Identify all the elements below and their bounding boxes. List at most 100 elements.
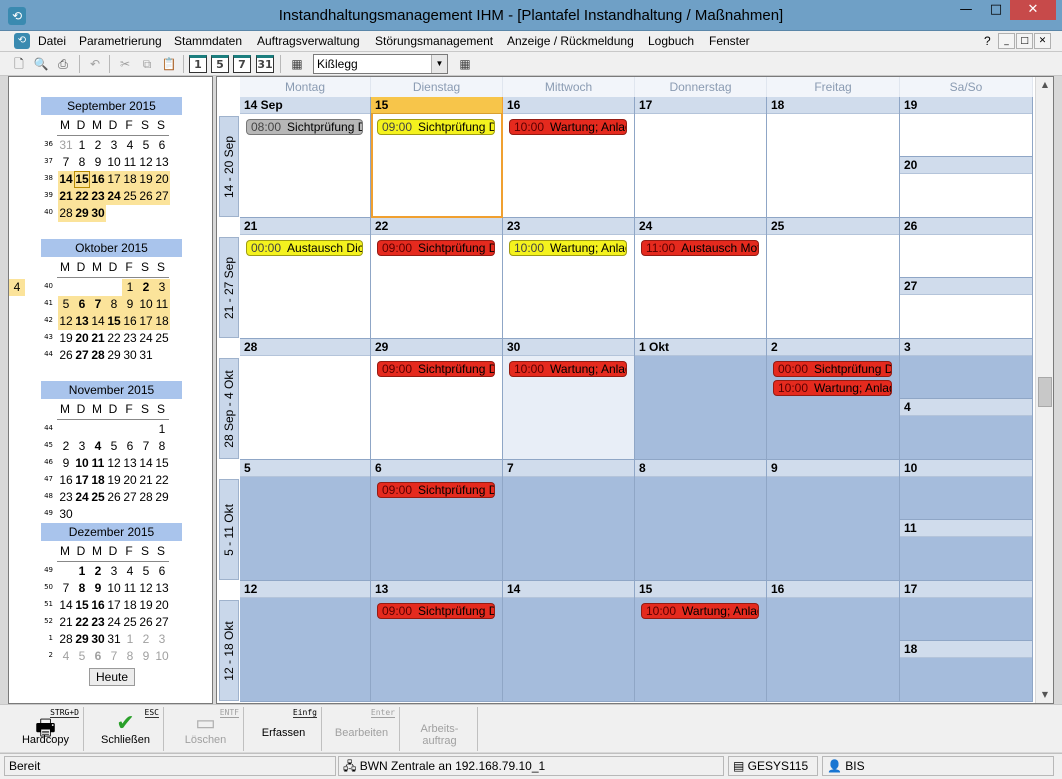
day-cell[interactable]: 14	[503, 581, 635, 702]
day-cell[interactable]: 28	[240, 339, 371, 460]
location-select[interactable]: Kißlegg ▼	[313, 54, 448, 74]
mini-calendar-day[interactable]: 3	[74, 438, 90, 455]
maximize-button[interactable]: □	[983, 0, 1009, 20]
mini-calendar-day[interactable]: 10	[154, 648, 170, 665]
day-cell[interactable]: 5	[240, 460, 371, 581]
printer-icon[interactable]: ⎙	[54, 55, 72, 73]
mini-calendar-day[interactable]: 25	[90, 489, 106, 506]
mini-calendar-day[interactable]: 17	[74, 472, 90, 489]
mini-calendar-day[interactable]: 18	[122, 171, 138, 188]
mini-calendar-day[interactable]: 15	[154, 455, 170, 472]
mini-calendar-day[interactable]: 18	[154, 313, 170, 330]
day-cell[interactable]: 15 10:00 Wartung; Anlage	[635, 581, 767, 702]
menu-help[interactable]: ?	[984, 34, 991, 48]
mini-calendar-day[interactable]: 19	[138, 171, 154, 188]
mini-calendar-day[interactable]: 2	[138, 631, 154, 648]
mini-calendar-day[interactable]: 21	[58, 188, 74, 205]
appointment[interactable]: 09:00 Sichtprüfung Druck	[377, 603, 495, 619]
mini-calendar-day[interactable]: 4	[122, 137, 138, 154]
mini-calendar-day[interactable]: 5	[58, 296, 74, 313]
mini-calendar-day[interactable]: 3	[106, 137, 122, 154]
mini-calendar-day[interactable]: 2	[138, 279, 154, 296]
mini-calendar-day[interactable]: 2	[58, 438, 74, 455]
day-cell[interactable]: 25	[767, 218, 900, 339]
mini-calendar-day[interactable]: 11	[154, 296, 170, 313]
mini-calendar-day[interactable]: 8	[74, 154, 90, 171]
mini-calendar-day[interactable]: 16	[122, 313, 138, 330]
menu-stammdaten[interactable]: Stammdaten	[174, 34, 242, 48]
day-cell[interactable]: 16 10:00 Wartung; Anlage	[503, 97, 635, 218]
mini-calendar-day[interactable]: 6	[122, 438, 138, 455]
appointment[interactable]: 10:00 Wartung; Anlage	[641, 603, 759, 619]
appointment[interactable]: 09:00 Sichtprüfung Druck	[377, 240, 495, 256]
sunday-cell[interactable]: 27	[900, 278, 1033, 339]
mini-calendar-day[interactable]: 3	[106, 563, 122, 580]
saturday-cell[interactable]: 26	[900, 218, 1033, 278]
mini-calendar-day[interactable]: 26	[138, 614, 154, 631]
mini-calendar-day[interactable]: 9	[138, 648, 154, 665]
mini-calendar-day[interactable]: 15	[74, 171, 90, 188]
bearbeiten-button[interactable]: Enter Bearbeiten	[324, 707, 400, 751]
mini-calendar-day[interactable]: 19	[106, 472, 122, 489]
mini-calendar-day[interactable]: 26	[106, 489, 122, 506]
menu-datei[interactable]: Datei	[38, 34, 66, 48]
scroll-up-icon[interactable]: ▲	[1036, 77, 1054, 93]
mini-calendar-day[interactable]: 11	[90, 455, 106, 472]
mini-calendar-day[interactable]: 16	[58, 472, 74, 489]
mini-calendar-day[interactable]: 18	[122, 597, 138, 614]
mini-calendar-day[interactable]: 1	[122, 631, 138, 648]
day-cell[interactable]: 14 Sep 08:00 Sichtprüfung Druck	[240, 97, 371, 218]
mini-calendar-day[interactable]: 30	[122, 347, 138, 364]
mini-calendar-day[interactable]: 29	[74, 205, 90, 222]
mini-calendar-day[interactable]: 10	[138, 296, 154, 313]
mini-calendar-day[interactable]: 6	[90, 648, 106, 665]
mini-calendar-day[interactable]: 9	[122, 296, 138, 313]
hardcopy-button[interactable]: STRG+D 🖶 Hardcopy	[8, 707, 84, 751]
day-cell[interactable]: 21 00:00 Austausch Dichtung	[240, 218, 371, 339]
day-cell[interactable]: 2 00:00 Sichtprüfung Druck 10:00 Wartung; An…	[767, 339, 900, 460]
mini-calendar-day[interactable]: 24	[138, 330, 154, 347]
mini-calendar-day[interactable]: 12	[58, 313, 74, 330]
mini-calendar-day[interactable]: 7	[90, 296, 106, 313]
appointment[interactable]: 09:00 Sichtprüfung Druck	[377, 361, 495, 377]
mini-calendar-day[interactable]: 15	[106, 313, 122, 330]
menu-parametrierung[interactable]: Parametrierung	[79, 34, 162, 48]
mini-calendar-day[interactable]: 19	[58, 330, 74, 347]
mini-calendar-day[interactable]: 1	[74, 137, 90, 154]
mini-calendar-day[interactable]: 22	[74, 614, 90, 631]
mini-calendar-day[interactable]: 8	[106, 296, 122, 313]
mini-calendar-day[interactable]: 21	[138, 472, 154, 489]
mini-calendar-day[interactable]: 10	[106, 580, 122, 597]
saturday-cell[interactable]: 17	[900, 581, 1033, 641]
mini-calendar-day[interactable]: 9	[90, 580, 106, 597]
mini-calendar-day[interactable]: 13	[122, 455, 138, 472]
mini-calendar-day[interactable]: 28	[58, 631, 74, 648]
menu-auftragsverwaltung[interactable]: Auftragsverwaltung	[257, 34, 360, 48]
sunday-cell[interactable]: 4	[900, 399, 1033, 460]
menu-anzeige-rueckmeldung[interactable]: Anzeige / Rückmeldung	[507, 34, 634, 48]
appointment[interactable]: 10:00 Wartung; Anlage	[509, 361, 627, 377]
day-cell[interactable]: 9	[767, 460, 900, 581]
mini-calendar-day[interactable]: 3	[154, 631, 170, 648]
mini-calendar-day[interactable]: 1	[122, 279, 138, 296]
mini-calendar-day[interactable]: 30	[90, 205, 106, 222]
mini-calendar-day[interactable]: 28	[90, 347, 106, 364]
mini-calendar-day[interactable]: 7	[58, 580, 74, 597]
mini-calendar-day[interactable]: 30	[90, 631, 106, 648]
day-view-button[interactable]: 1	[189, 55, 207, 73]
appointment[interactable]: 09:00 Sichtprüfung Druck	[377, 482, 495, 498]
close-button[interactable]: ✕	[1010, 0, 1056, 20]
mini-calendar-day[interactable]: 3	[154, 279, 170, 296]
erfassen-button[interactable]: Einfg Erfassen	[246, 707, 322, 751]
day-cell[interactable]: 13 09:00 Sichtprüfung Druck	[371, 581, 503, 702]
appointment[interactable]: 10:00 Wartung; Anlage	[509, 119, 627, 135]
mini-calendar-day[interactable]: 8	[122, 648, 138, 665]
saturday-cell[interactable]: 3	[900, 339, 1033, 399]
calculator-icon[interactable]: ▦	[456, 55, 474, 73]
day-cell[interactable]: 24 11:00 Austausch Motor	[635, 218, 767, 339]
calendar-icon[interactable]: ▦	[288, 55, 306, 73]
mini-calendar-day[interactable]: 31	[106, 631, 122, 648]
copy-icon[interactable]: ⧉	[138, 55, 156, 73]
mini-calendar-day[interactable]: 6	[154, 563, 170, 580]
mini-calendar-day[interactable]: 8	[74, 580, 90, 597]
